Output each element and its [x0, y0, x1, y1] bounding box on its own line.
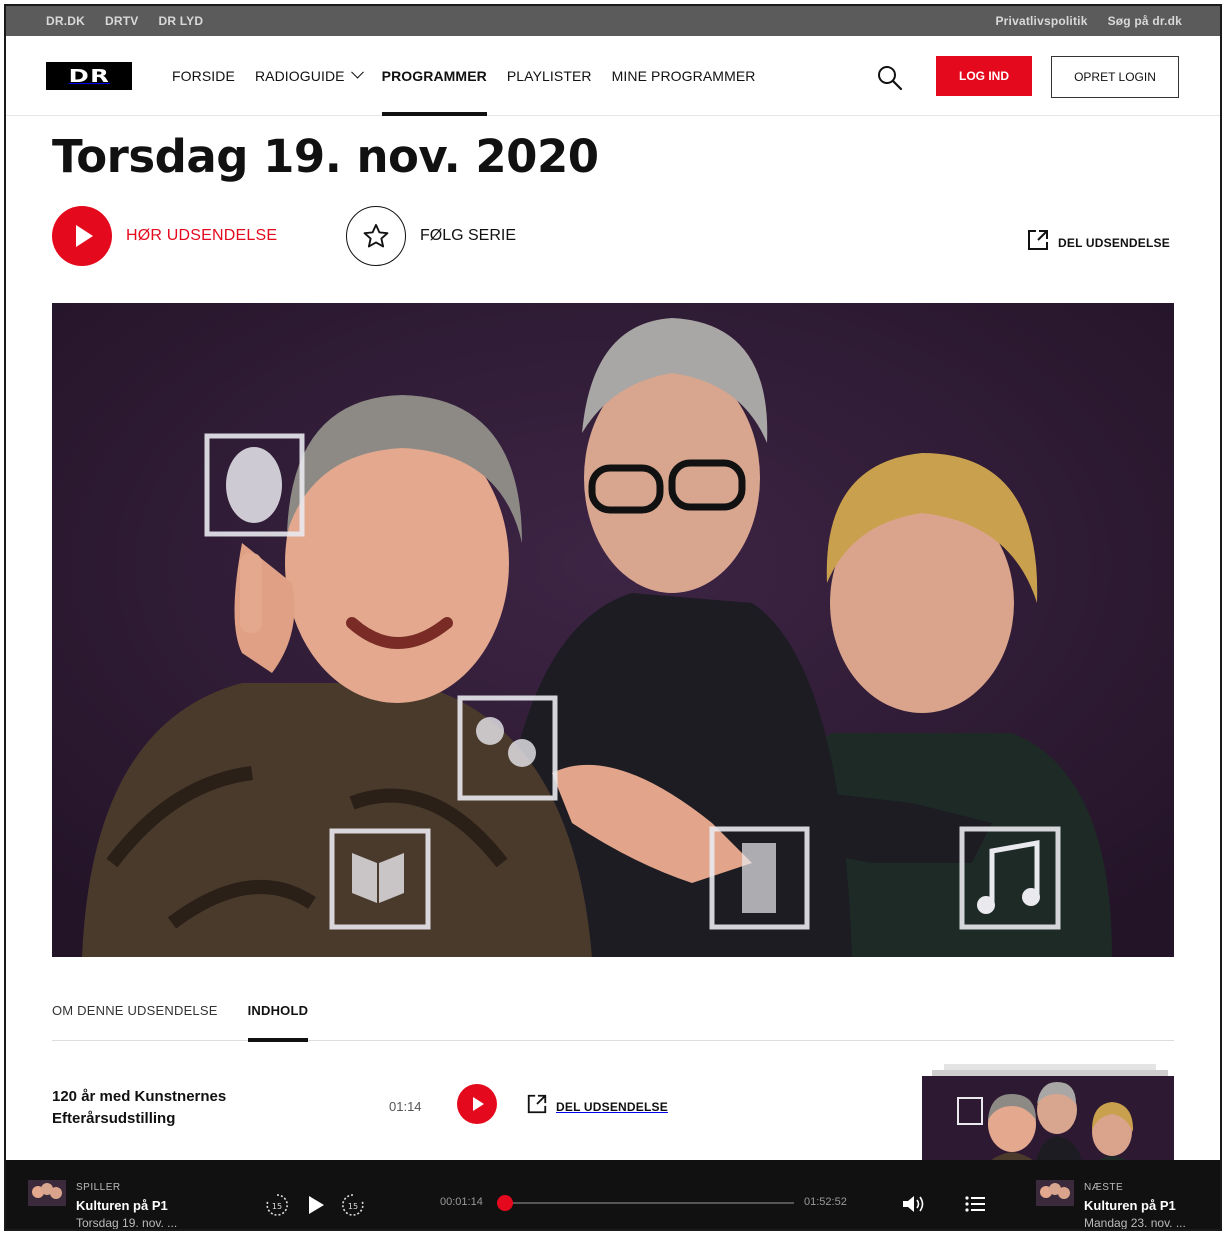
main-nav: DR FORSIDE RADIOGUIDE PROGRAMMER PLAYLIS… — [6, 36, 1220, 116]
listen-button[interactable]: HØR UDSENDELSE — [52, 206, 277, 266]
content-item-title[interactable]: 120 år med Kunstnernes Efterårsudstillin… — [52, 1086, 272, 1130]
volume-icon[interactable] — [901, 1193, 927, 1220]
login-button[interactable]: LOG IND — [936, 56, 1032, 96]
audio-player-bar: SPILLER Kulturen på P1 Torsdag 19. nov. … — [6, 1160, 1220, 1230]
progress-handle[interactable] — [497, 1195, 514, 1211]
nav-item-playlister[interactable]: PLAYLISTER — [507, 36, 592, 116]
content-item-time: 01:14 — [389, 1099, 422, 1114]
follow-series-button[interactable]: FØLG SERIE — [346, 206, 516, 266]
share-label: DEL UDSENDELSE — [1058, 235, 1170, 250]
next-label: NÆSTE — [1084, 1182, 1124, 1193]
share-label: DEL UDSENDELSE — [556, 1099, 668, 1114]
skip-forward-label: 15 — [348, 1202, 358, 1211]
playlist-icon[interactable] — [964, 1194, 986, 1219]
nav-item-radioguide[interactable]: RADIOGUIDE — [254, 36, 364, 116]
share-icon — [526, 1093, 548, 1120]
skip-back-15-icon[interactable]: 15 — [264, 1192, 290, 1223]
logo-text: DR — [68, 65, 110, 87]
listen-label: HØR UDSENDELSE — [126, 227, 278, 244]
search-icon[interactable] — [876, 64, 904, 92]
star-icon — [346, 206, 406, 266]
share-episode-button[interactable]: DEL UDSENDELSE — [1026, 228, 1170, 257]
skip-back-label: 15 — [272, 1202, 282, 1211]
nav-item-label: PROGRAMMER — [381, 68, 487, 84]
elapsed-time: 00:01:14 — [440, 1196, 483, 1208]
utility-left-links: DR.DK DRTV DR LYD — [46, 14, 203, 28]
app-frame: DR.DK DRTV DR LYD Privatlivspolitik Søg … — [4, 4, 1222, 1231]
skip-forward-15-icon[interactable]: 15 — [340, 1192, 366, 1223]
utility-right-links: Privatlivspolitik Søg på dr.dk — [995, 14, 1182, 28]
tab-indhold[interactable]: INDHOLD — [247, 1001, 309, 1042]
now-playing-thumbnail — [28, 1180, 66, 1206]
util-link-search-dr[interactable]: Søg på dr.dk — [1108, 14, 1182, 28]
content-item-play-button[interactable] — [457, 1084, 497, 1124]
now-playing-subtitle: Torsdag 19. nov. ... — [76, 1216, 178, 1230]
total-duration: 01:52:52 — [804, 1196, 847, 1208]
content-item-share-button[interactable]: DEL UDSENDELSE — [526, 1093, 668, 1120]
page-title: Torsdag 19. nov. 2020 — [52, 130, 599, 183]
util-link-privacy[interactable]: Privatlivspolitik — [995, 14, 1087, 28]
next-subtitle: Mandag 23. nov. ... — [1084, 1216, 1186, 1230]
util-link-drlyd[interactable]: DR LYD — [158, 14, 203, 28]
tab-om-denne-udsendelse[interactable]: OM DENNE UDSENDELSE — [52, 1001, 218, 1041]
play-icon — [52, 206, 112, 266]
util-link-drtv[interactable]: DRTV — [105, 14, 138, 28]
next-title[interactable]: Kulturen på P1 — [1084, 1198, 1176, 1213]
next-thumbnail — [1036, 1180, 1074, 1206]
nav-item-label: PLAYLISTER — [506, 68, 592, 84]
utility-bar: DR.DK DRTV DR LYD Privatlivspolitik Søg … — [6, 6, 1220, 36]
util-link-drdk[interactable]: DR.DK — [46, 14, 85, 28]
now-playing-label: SPILLER — [76, 1182, 121, 1193]
nav-items: FORSIDE RADIOGUIDE PROGRAMMER PLAYLISTER… — [172, 36, 755, 116]
dr-logo[interactable]: DR — [46, 62, 132, 90]
share-icon — [1026, 228, 1050, 257]
create-login-button[interactable]: OPRET LOGIN — [1051, 56, 1179, 98]
progress-bar[interactable] — [497, 1195, 794, 1211]
nav-item-label: RADIOGUIDE — [254, 68, 345, 84]
nav-item-programmer[interactable]: PROGRAMMER — [381, 36, 488, 116]
nav-item-forside[interactable]: FORSIDE — [172, 36, 235, 116]
now-playing-title[interactable]: Kulturen på P1 — [76, 1198, 168, 1213]
nav-item-mine-programmer[interactable]: MINE PROGRAMMER — [612, 36, 756, 116]
nav-item-label: MINE PROGRAMMER — [611, 68, 756, 84]
chevron-down-icon — [350, 65, 364, 79]
follow-label: FØLG SERIE — [420, 227, 517, 244]
nav-item-label: FORSIDE — [172, 68, 235, 84]
play-icon[interactable] — [306, 1194, 326, 1221]
hero-image — [52, 303, 1174, 957]
content-tabs: OM DENNE UDSENDELSE INDHOLD — [52, 1001, 1174, 1042]
